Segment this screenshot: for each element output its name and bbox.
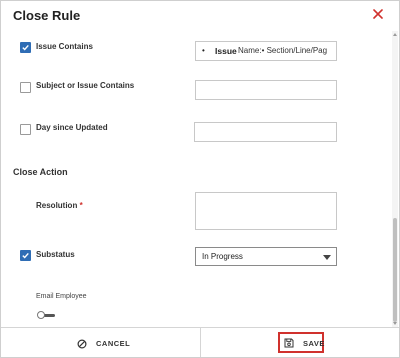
subject-or-issue-input[interactable] [195,80,337,100]
close-action-heading: Close Action [13,167,68,177]
footer-divider [200,328,201,357]
day-since-updated-label: Day since Updated [36,123,108,132]
cancel-label: CANCEL [96,339,131,348]
bullet: • [202,46,205,55]
issue-contains-label: Issue Contains [36,42,93,51]
dialog-header: Close Rule [1,1,399,31]
resolution-textarea[interactable] [195,192,337,230]
email-employee-toggle[interactable] [37,311,55,320]
toggle-knob [37,311,45,319]
resolution-label: Resolution * [36,201,83,210]
chevron-down-icon [323,255,331,260]
close-icon[interactable] [371,7,385,21]
scroll-up-arrow-icon[interactable] [393,33,397,36]
cancel-button[interactable]: CANCEL [1,328,200,357]
close-rule-dialog: Close Rule Issue Contains • Issue Name:•… [0,0,400,358]
issue-token: Issue [215,46,237,56]
issue-contains-checkbox[interactable] [20,42,31,53]
substatus-label: Substatus [36,250,75,259]
dialog-title: Close Rule [13,8,81,23]
subject-or-issue-label: Subject or Issue Contains [36,81,135,90]
dialog-body: Issue Contains • Issue Name:• Section/Li… [1,31,393,327]
save-label: SAVE [303,339,325,348]
subject-or-issue-checkbox[interactable] [20,82,31,93]
vertical-scrollbar[interactable] [392,31,398,327]
day-since-updated-checkbox[interactable] [20,124,31,135]
substatus-select[interactable]: In Progress [195,247,337,266]
issue-contains-input[interactable]: • Issue Name:• Section/Line/Pag [195,41,337,61]
dialog-footer: CANCEL SAVE [1,327,399,357]
issue-contains-value: • Issue Name:• Section/Line/Pag [196,42,336,60]
day-since-updated-input[interactable] [194,122,337,142]
checkmark-icon [22,44,29,51]
required-marker: * [79,201,83,210]
substatus-value: In Progress [202,252,243,261]
substatus-checkbox[interactable] [20,250,31,261]
cancel-icon [77,339,87,349]
resolution-label-text: Resolution [36,201,78,210]
checkmark-icon [22,252,29,259]
save-icon [284,338,294,348]
save-button[interactable]: SAVE [278,332,324,353]
issue-token-rest: Name:• Section/Line/Pag [238,46,328,55]
scroll-down-arrow-icon[interactable] [393,322,397,325]
email-employee-label: Email Employee [36,293,87,300]
scrollbar-thumb[interactable] [393,218,397,322]
